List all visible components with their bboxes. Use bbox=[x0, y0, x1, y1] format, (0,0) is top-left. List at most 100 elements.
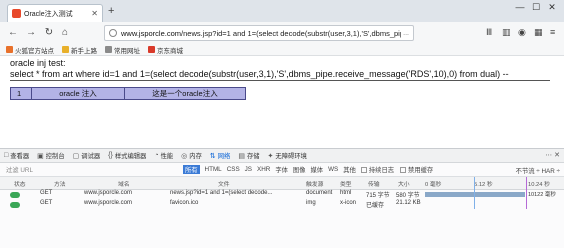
filter-type-button[interactable]: XHR bbox=[257, 166, 270, 173]
home-icon[interactable]: ⌂ bbox=[58, 26, 72, 40]
tab-devtools-7[interactable]: ▤ 存储 bbox=[238, 151, 260, 161]
col-status[interactable]: 状态 bbox=[14, 179, 26, 188]
devtools-tab-icon: ▢ bbox=[72, 152, 80, 160]
option-checkbox[interactable]: 禁用缓存 bbox=[400, 165, 433, 174]
tab-devtools-0[interactable]: □ 查看器 bbox=[4, 151, 29, 160]
devtools-tab-icon: ▣ bbox=[37, 152, 44, 160]
bookmark-item[interactable]: 新手上路 bbox=[62, 45, 97, 55]
request-time: 10122 毫秒 bbox=[528, 192, 556, 198]
account-icon[interactable]: ◉ bbox=[518, 27, 526, 38]
devtools-tab-icon: ⇅ bbox=[209, 152, 216, 160]
request-file: news.jsp?id=1 and 1=(select decode... bbox=[170, 190, 273, 196]
page-content: oracle inj test: select * from art where… bbox=[10, 58, 554, 79]
col-type[interactable]: 类型 bbox=[340, 179, 352, 188]
tab-devtools-4[interactable]: ◔ 性能 bbox=[154, 151, 173, 160]
bookmark-item[interactable]: 京东商城 bbox=[148, 45, 183, 55]
url-text: www.jsporcle.com/news.jsp?id=1 and 1=(se… bbox=[121, 28, 402, 38]
request-cause: img bbox=[306, 200, 316, 206]
close-window-icon[interactable]: ✕ bbox=[544, 2, 560, 13]
request-transfer: 已缓存 bbox=[366, 203, 385, 209]
request-file: favicon.ico bbox=[170, 200, 199, 206]
checkbox-label: 禁用缓存 bbox=[408, 167, 434, 174]
tab-devtools-3[interactable]: {} 样式编辑器 bbox=[108, 151, 146, 160]
reload-icon[interactable]: ↻ bbox=[42, 26, 56, 40]
devtools-options[interactable]: ⋯ ✕ bbox=[545, 151, 560, 159]
col-cause[interactable]: 触发源 bbox=[306, 179, 323, 188]
tab-devtools-2[interactable]: ▢ 调试器 bbox=[72, 151, 101, 161]
tab-devtools-8[interactable]: ✦ 无障碍环境 bbox=[268, 151, 307, 161]
devtools-tab-label: 控制台 bbox=[45, 153, 65, 160]
filter-type-button[interactable]: 其他 bbox=[343, 165, 356, 174]
bookmark-item[interactable]: 常用网址 bbox=[105, 45, 140, 55]
status-badge bbox=[10, 192, 20, 198]
forward-icon[interactable]: → bbox=[24, 26, 38, 40]
network-filter-bar: 过滤 URL 所有 HTML CSS JS XHR 字体 图像 媒体 WS 其他 持续日志 禁用缓存 bbox=[0, 163, 564, 177]
bookmark-icon bbox=[6, 46, 13, 53]
devtools-tab-icon: ◎ bbox=[181, 152, 188, 160]
new-tab-icon[interactable]: + bbox=[108, 5, 114, 17]
bookmark-label: 常用网址 bbox=[114, 47, 140, 55]
tab-devtools-6[interactable]: ⇅ 网络 bbox=[209, 151, 231, 161]
devtools-tab-icon: ◔ bbox=[154, 152, 159, 159]
browser-tab[interactable]: Oracle注入测试 ✕ bbox=[7, 4, 103, 22]
filter-type-button[interactable]: JS bbox=[245, 166, 252, 173]
filter-type-button[interactable]: HTML bbox=[205, 166, 222, 173]
filter-type-button[interactable]: CSS bbox=[227, 166, 240, 173]
throttle-select[interactable]: 不节流 ÷ HAR ÷ bbox=[516, 166, 560, 175]
table-cell: oracle 注入 bbox=[31, 87, 125, 100]
menu-icon[interactable]: ≡ bbox=[550, 27, 555, 37]
option-checkbox[interactable]: 持续日志 bbox=[360, 165, 395, 174]
bookmark-icon bbox=[62, 46, 69, 53]
filter-type-button[interactable]: 所有 bbox=[182, 165, 200, 174]
info-icon[interactable] bbox=[109, 29, 117, 37]
devtools-tab-label: 无障碍环境 bbox=[275, 153, 307, 160]
url-bar[interactable]: www.jsporcle.com/news.jsp?id=1 and 1=(se… bbox=[104, 25, 414, 41]
filter-type-button[interactable]: 媒体 bbox=[311, 165, 324, 174]
devtools-tab-label: 样式编辑器 bbox=[114, 153, 147, 160]
table-row[interactable]: GET www.jsporcle.com favicon.ico img x-i… bbox=[0, 199, 564, 210]
bookmarks-bar: 火狐官方站点 新手上路 常用网址 京东商城 bbox=[0, 44, 564, 56]
col-transfer[interactable]: 传输 bbox=[368, 179, 380, 188]
filter-type-button[interactable]: WS bbox=[328, 166, 338, 173]
maximize-icon[interactable]: ☐ bbox=[528, 2, 544, 13]
devtools-tab-label: 调试器 bbox=[81, 153, 101, 160]
sidebar-icon[interactable]: ▥ bbox=[502, 27, 511, 38]
col-waterfall-mid: 5.12 秒 bbox=[474, 182, 493, 188]
status-badge bbox=[10, 202, 20, 208]
bookmark-label: 京东商城 bbox=[157, 47, 183, 55]
extension-icon[interactable]: ▦ bbox=[534, 27, 543, 38]
request-transfer: 715 字节 bbox=[366, 193, 390, 199]
devtools-tab-icon: □ bbox=[4, 152, 9, 159]
col-file[interactable]: 文件 bbox=[218, 179, 230, 188]
request-size: 580 字节 bbox=[396, 193, 420, 199]
checkbox-icon[interactable] bbox=[360, 166, 367, 173]
request-cause: document bbox=[306, 190, 333, 196]
back-icon[interactable]: ← bbox=[6, 26, 20, 40]
tab-devtools-1[interactable]: ▣ 控制台 bbox=[37, 151, 65, 161]
request-size: 21.12 KB bbox=[396, 200, 421, 206]
table-cell: 这是一个oracle注入 bbox=[124, 87, 246, 100]
col-domain[interactable]: 域名 bbox=[118, 179, 130, 188]
bookmark-item[interactable]: 火狐官方站点 bbox=[6, 45, 54, 55]
window-controls: — ☐ ✕ bbox=[512, 2, 560, 13]
close-tab-icon[interactable]: ✕ bbox=[91, 9, 98, 18]
filter-type-button[interactable]: 字体 bbox=[275, 165, 288, 174]
request-type: html bbox=[340, 190, 352, 196]
minimize-icon[interactable]: — bbox=[512, 2, 528, 13]
filter-type-button[interactable]: 图像 bbox=[293, 165, 306, 174]
request-domain: www.jsporcle.com bbox=[84, 190, 133, 196]
request-type: x-icon bbox=[340, 200, 357, 206]
request-domain: www.jsporcle.com bbox=[84, 200, 133, 206]
col-method[interactable]: 方法 bbox=[54, 179, 66, 188]
filter-url-input[interactable]: 过滤 URL bbox=[6, 165, 33, 174]
devtools-tab-label: 网络 bbox=[217, 153, 231, 160]
table-cell: 1 bbox=[10, 87, 32, 100]
timeline-marker bbox=[474, 177, 475, 209]
col-size[interactable]: 大小 bbox=[398, 179, 410, 188]
checkbox-label: 持续日志 bbox=[368, 167, 395, 174]
devtools-tab-label: 存储 bbox=[246, 153, 260, 160]
tab-devtools-5[interactable]: ◎ 内存 bbox=[181, 151, 202, 161]
devtools-tab-label: 查看器 bbox=[10, 153, 30, 160]
library-icon[interactable]: Ⅲ bbox=[486, 27, 492, 38]
checkbox-icon[interactable] bbox=[400, 166, 407, 173]
